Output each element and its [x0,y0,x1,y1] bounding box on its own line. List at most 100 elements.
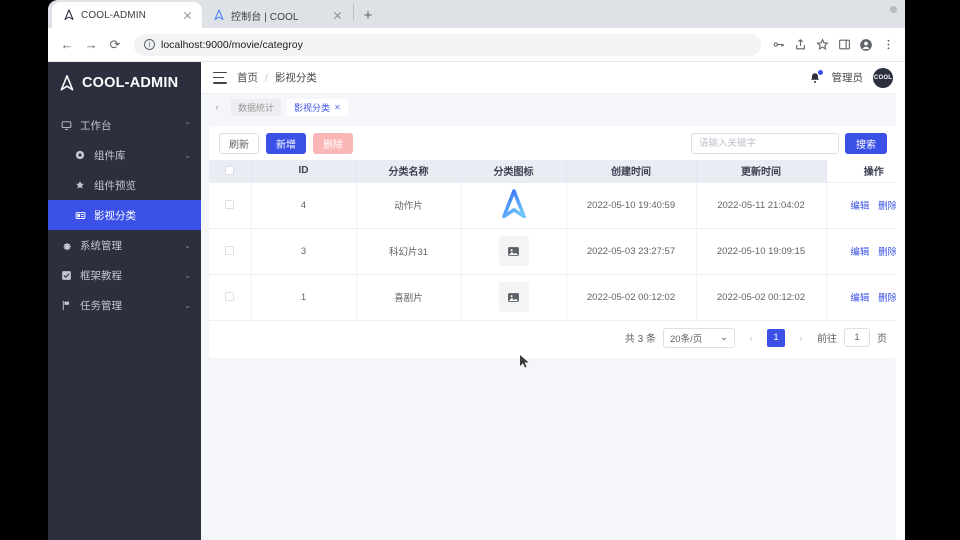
prev-page-button[interactable]: ‹ [742,328,760,348]
pagination: 共 3 条 20条/页 ⌄ ‹ 1 › 前往 页 [209,321,897,355]
window-minimize-button[interactable] [890,6,897,13]
cell-operations: 编辑 删除 [826,182,897,229]
refresh-button[interactable]: 刷新 [219,132,259,154]
sidebar-panel-icon[interactable] [835,36,853,54]
hamburger-icon[interactable] [213,71,227,84]
sidebar-item-component-library[interactable]: 组件库 ⌄ [48,140,201,170]
edit-link[interactable]: 编辑 [850,201,869,212]
search-button[interactable]: 搜索 [845,132,887,154]
sidebar-item-label: 组件预览 [94,179,136,192]
close-icon[interactable] [331,9,344,22]
sidebar-item-label: 系统管理 [80,239,122,252]
new-tab-button[interactable]: + [355,2,381,28]
page-unit-label: 页 [877,334,887,345]
table-row[interactable]: 1 喜剧片 2022-05-02 00:12:02 2022-05-02 00:… [209,274,897,321]
key-icon[interactable] [769,36,787,54]
cell-name: 科幻片31 [356,228,462,275]
browser-tab-2[interactable]: 控制台 | COOL [202,2,352,28]
sidebar-item-framework-tutorial[interactable]: 框架教程 ⌄ [48,260,201,290]
bookmark-star-icon[interactable] [813,36,831,54]
sidebar-item-component-preview[interactable]: 组件预览 [48,170,201,200]
tag-tab-data-statistics[interactable]: 数据统计 [231,98,282,116]
delete-link[interactable]: 删除 [878,293,897,304]
username-label: 管理员 [831,72,864,84]
breadcrumb-home[interactable]: 首页 [237,70,258,85]
browser-tab-1[interactable]: COOL-ADMIN [52,2,202,28]
app-topbar: 首页 / 影视分类 管理员 COOL [201,62,905,94]
row-checkbox[interactable] [225,292,235,302]
table-card: 刷新 新增 删除 搜索 [209,126,897,358]
chevron-down-icon: ⌄ [184,240,191,250]
row-checkbox-cell[interactable] [209,274,252,321]
table-row[interactable]: 3 科幻片31 2022-05-03 23:27:57 2022-05-10 1… [209,228,897,275]
select-all-header[interactable] [209,160,252,183]
sidebar-item-movie-category[interactable]: 影视分类 [48,200,201,230]
page-number-1[interactable]: 1 [767,328,785,347]
sidebar: COOL-ADMIN 工作台 ⌃ 组件库 ⌄ 组件预览 影视分类 系统管理 ⌄ … [48,62,201,540]
chevron-down-icon: ⌄ [184,270,191,280]
page-size-select[interactable]: 20条/页 ⌄ [663,327,735,348]
table-row[interactable]: 4 动作片 2022-05-10 19:40:59 2022-05-11 21:… [209,182,897,229]
avatar[interactable]: COOL [873,67,893,88]
tag-prev-button[interactable]: ‹ [209,98,225,116]
info-icon[interactable]: i [144,39,155,50]
cell-id: 1 [251,274,357,321]
cell-created-at: 2022-05-02 00:12:02 [566,274,697,321]
edit-link[interactable]: 编辑 [850,293,869,304]
column-icon: 分类图标 [461,160,567,183]
sidebar-menu: 工作台 ⌃ 组件库 ⌄ 组件预览 影视分类 系统管理 ⌄ 框架教程 ⌄ 任务管理… [48,104,201,320]
share-icon[interactable] [791,36,809,54]
select-all-checkbox[interactable] [225,166,235,176]
edit-link[interactable]: 编辑 [850,247,869,258]
tag-label: 数据统计 [238,102,275,113]
reload-button[interactable]: ⟳ [104,34,126,56]
gear-circle-icon [74,149,86,161]
broken-image-placeholder-icon [498,282,529,312]
goto-page-input[interactable] [844,328,870,347]
sidebar-item-label: 影视分类 [94,209,136,222]
delete-link[interactable]: 删除 [878,247,897,258]
cell-updated-at: 2022-05-02 00:12:02 [696,274,827,321]
gear-icon [60,239,72,251]
chevron-down-icon: ⌄ [184,150,191,160]
tag-tab-movie-category[interactable]: 影视分类 ✕ [287,98,348,116]
page-scrollbar[interactable] [896,62,905,540]
close-icon[interactable] [181,9,194,22]
table-toolbar: 刷新 新增 删除 搜索 [209,126,897,160]
column-created-at: 创建时间 [566,160,697,183]
back-button[interactable]: ← [56,34,78,56]
search-input[interactable] [691,132,839,154]
profile-icon[interactable] [857,36,875,54]
row-checkbox-cell[interactable] [209,182,252,229]
table-header-row: ID 分类名称 分类图标 创建时间 更新时间 操作 [209,160,897,183]
add-button[interactable]: 新增 [266,132,306,154]
delete-button[interactable]: 删除 [313,132,353,154]
tag-tabs-bar: ‹ 数据统计 影视分类 ✕ [201,94,905,120]
sidebar-item-task-management[interactable]: 任务管理 ⌄ [48,290,201,320]
bell-icon[interactable] [808,69,823,85]
check-square-icon [60,269,72,281]
delete-link[interactable]: 删除 [878,201,897,212]
sidebar-brand-label: COOL-ADMIN [82,75,179,91]
screen: COOL-ADMIN 控制台 | COOL + ← → ⟳ i localhos… [0,0,960,540]
address-bar[interactable]: i localhost:9000/movie/categroy [134,33,761,56]
chevron-down-icon: ⌄ [184,300,191,310]
cell-icon [461,182,567,229]
star-icon [74,179,86,191]
row-checkbox-cell[interactable] [209,228,252,275]
cell-created-at: 2022-05-10 19:40:59 [566,182,697,229]
forward-button[interactable]: → [80,34,102,56]
sidebar-item-workbench[interactable]: 工作台 ⌃ [48,110,201,140]
topbar-right: 管理员 COOL [808,67,893,88]
browser-navbar: ← → ⟳ i localhost:9000/movie/categroy [48,28,905,62]
sidebar-brand[interactable]: COOL-ADMIN [48,62,201,104]
row-checkbox[interactable] [225,246,235,256]
browser-menu-icon[interactable] [879,36,897,54]
sidebar-item-system-management[interactable]: 系统管理 ⌄ [48,230,201,260]
main-area: 首页 / 影视分类 管理员 COOL ‹ 数据统计 影视分类 ✕ 刷新 新增 删… [201,62,905,540]
row-checkbox[interactable] [225,200,235,210]
close-icon[interactable]: ✕ [334,103,341,112]
browser-tab-2-title: 控制台 | COOL [231,11,299,23]
next-page-button[interactable]: › [792,328,810,348]
address-bar-url: localhost:9000/movie/categroy [161,38,303,51]
